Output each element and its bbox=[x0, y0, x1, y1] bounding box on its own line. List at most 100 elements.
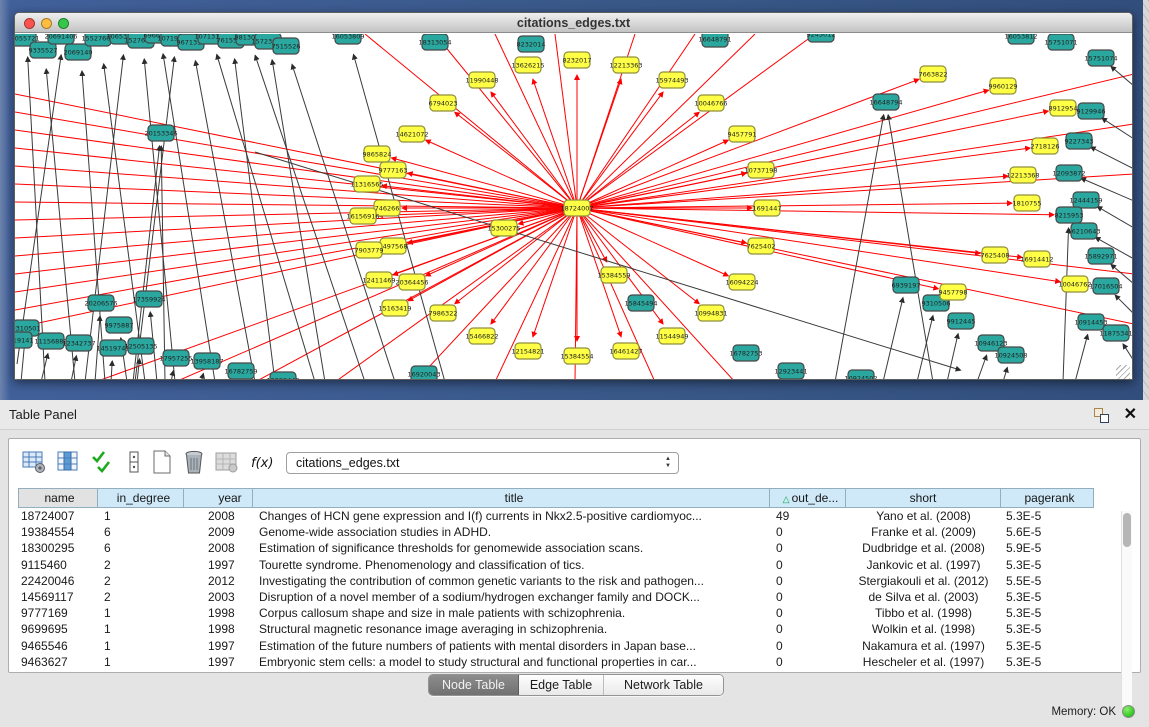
cell-short[interactable]: Dudbridge et al. (2008) bbox=[846, 540, 1001, 556]
graph-node[interactable]: 10924508 bbox=[994, 347, 1027, 363]
graph-node[interactable]: 12213368 bbox=[1006, 167, 1039, 183]
cell-out_de[interactable]: 0 bbox=[770, 654, 846, 670]
cell-title[interactable]: Estimation of significance thresholds fo… bbox=[253, 540, 770, 556]
graph-node[interactable]: 20206576 bbox=[84, 295, 117, 311]
network-graph[interactable]: 1405572193355272069140620691401552760210… bbox=[15, 34, 1132, 380]
cell-in_degree[interactable]: 1 bbox=[98, 621, 184, 637]
graph-node[interactable]: 2718126 bbox=[1031, 138, 1060, 154]
delete-table-icon[interactable] bbox=[213, 449, 239, 475]
table-row[interactable]: 1830029562008Estimation of significance … bbox=[18, 540, 1133, 556]
cell-out_de[interactable]: 0 bbox=[770, 621, 846, 637]
cell-title[interactable]: Investigating the contribution of common… bbox=[253, 573, 770, 589]
cell-out_de[interactable]: 0 bbox=[770, 557, 846, 573]
tab-node-table[interactable]: Node Table bbox=[429, 675, 519, 696]
show-columns-icon[interactable] bbox=[55, 449, 81, 475]
table-row[interactable]: 2242004622012Investigating the contribut… bbox=[18, 573, 1133, 589]
graph-node[interactable]: 10924502 bbox=[844, 370, 877, 380]
graph-node[interactable]: 15845494 bbox=[624, 295, 657, 311]
cell-in_degree[interactable]: 2 bbox=[98, 573, 184, 589]
cell-title[interactable]: Genome-wide association studies in ADHD. bbox=[253, 524, 770, 540]
cell-year[interactable]: 1997 bbox=[184, 638, 253, 654]
graph-node[interactable]: 15974493 bbox=[655, 72, 688, 88]
graph-node[interactable]: 9457798 bbox=[939, 284, 968, 300]
graph-node[interactable]: 15384559 bbox=[597, 267, 630, 283]
graph-node[interactable]: 12923441 bbox=[774, 363, 807, 379]
cell-year[interactable]: 1998 bbox=[184, 621, 253, 637]
cell-out_de[interactable]: 0 bbox=[770, 605, 846, 621]
graph-node[interactable]: 16914412 bbox=[1020, 251, 1053, 267]
graph-node[interactable]: 10046762 bbox=[1058, 276, 1091, 292]
cell-title[interactable]: Estimation of the future numbers of pati… bbox=[253, 638, 770, 654]
network-window[interactable]: citations_edges.txt 14055721933552720691… bbox=[14, 12, 1133, 380]
cell-short[interactable]: de Silva et al. (2003) bbox=[846, 589, 1001, 605]
column-header-in_degree[interactable]: in_degree bbox=[98, 488, 184, 508]
cell-short[interactable]: Franke et al. (2009) bbox=[846, 524, 1001, 540]
cell-out_de[interactable]: 0 bbox=[770, 524, 846, 540]
graph-node[interactable]: 16920043 bbox=[407, 366, 440, 380]
resize-grip-icon[interactable] bbox=[1116, 365, 1130, 379]
window-titlebar[interactable]: citations_edges.txt bbox=[15, 13, 1132, 33]
cell-name[interactable]: 18724007 bbox=[18, 508, 98, 524]
delete-column-icon[interactable] bbox=[181, 449, 207, 475]
cell-short[interactable]: Hescheler et al. (1997) bbox=[846, 654, 1001, 670]
table-row[interactable]: 969969511998Structural magnetic resonanc… bbox=[18, 621, 1133, 637]
cell-name[interactable]: 18300295 bbox=[18, 540, 98, 556]
graph-node[interactable]: 15751071 bbox=[1044, 34, 1077, 50]
graph-node[interactable]: 16648794 bbox=[869, 94, 902, 110]
graph-node[interactable]: 17957255 bbox=[159, 350, 192, 366]
graph-node[interactable]: 8215953 bbox=[1055, 207, 1084, 223]
table-row[interactable]: 977716911998Corpus callosum shape and si… bbox=[18, 605, 1133, 621]
table-scrollbar[interactable] bbox=[1121, 511, 1132, 707]
tab-network-table[interactable]: Network Table bbox=[604, 675, 723, 696]
graph-node[interactable]: 16053809 bbox=[331, 34, 364, 44]
graph-node[interactable]: 16053812 bbox=[1004, 34, 1037, 44]
cell-out_de[interactable]: 0 bbox=[770, 573, 846, 589]
cell-in_degree[interactable]: 6 bbox=[98, 524, 184, 540]
graph-node[interactable]: 15163419 bbox=[378, 300, 411, 316]
graph-node[interactable]: 15384554 bbox=[560, 348, 593, 364]
cell-pagerank[interactable]: 5.3E-5 bbox=[1001, 557, 1094, 573]
cell-name[interactable]: 22420046 bbox=[18, 573, 98, 589]
graph-node[interactable]: 15751074 bbox=[1084, 50, 1117, 66]
cell-out_de[interactable]: 0 bbox=[770, 540, 846, 556]
cell-title[interactable]: Corpus callosum shape and size in male p… bbox=[253, 605, 770, 621]
column-header-out_de[interactable]: △out_de... bbox=[770, 488, 846, 508]
table-panel-titlebar[interactable]: Table Panel ✕ bbox=[0, 400, 1149, 430]
graph-node[interactable]: 15300275 bbox=[487, 220, 520, 236]
cell-short[interactable]: Tibbo et al. (1998) bbox=[846, 605, 1001, 621]
graph-node[interactable]: 8912954 bbox=[1049, 100, 1078, 116]
graph-node[interactable]: 7903779 bbox=[355, 242, 384, 258]
cell-pagerank[interactable]: 5.5E-5 bbox=[1001, 573, 1094, 589]
graph-node[interactable]: 16094224 bbox=[725, 274, 758, 290]
cell-year[interactable]: 2008 bbox=[184, 540, 253, 556]
graph-node[interactable]: 16782759 bbox=[224, 363, 257, 379]
graph-node[interactable]: 9865824 bbox=[363, 146, 392, 162]
tab-edge-table[interactable]: Edge Table bbox=[519, 675, 604, 696]
cell-year[interactable]: 2008 bbox=[184, 508, 253, 524]
graph-node[interactable]: 6794023 bbox=[429, 95, 458, 111]
cell-in_degree[interactable]: 2 bbox=[98, 589, 184, 605]
graph-node[interactable]: 3919141 bbox=[15, 332, 33, 348]
cell-year[interactable]: 1998 bbox=[184, 605, 253, 621]
cell-pagerank[interactable]: 5.3E-5 bbox=[1001, 621, 1094, 637]
graph-node[interactable]: 11544949 bbox=[655, 328, 688, 344]
cell-pagerank[interactable]: 5.3E-5 bbox=[1001, 638, 1094, 654]
graph-node[interactable]: 20153346 bbox=[144, 125, 177, 141]
graph-node[interactable]: 13958187 bbox=[190, 353, 223, 369]
graph-node[interactable]: 12505135 bbox=[124, 338, 157, 354]
cell-short[interactable]: Wolkin et al. (1998) bbox=[846, 621, 1001, 637]
graph-node[interactable]: 12213363 bbox=[609, 57, 642, 73]
function-builder-icon[interactable]: f(x) bbox=[249, 449, 275, 475]
graph-node[interactable]: 9245012 bbox=[807, 34, 836, 42]
table-row[interactable]: 946554611997Estimation of the future num… bbox=[18, 638, 1133, 654]
cell-out_de[interactable]: 49 bbox=[770, 508, 846, 524]
select-all-icon[interactable] bbox=[89, 449, 115, 475]
cell-title[interactable]: Disruption of a novel member of a sodium… bbox=[253, 589, 770, 605]
column-header-name[interactable]: name bbox=[18, 488, 98, 508]
cell-in_degree[interactable]: 1 bbox=[98, 605, 184, 621]
graph-node[interactable]: 6939197 bbox=[892, 277, 921, 293]
graph-node[interactable]: 8232014 bbox=[517, 36, 546, 52]
graph-node[interactable]: 11316565 bbox=[350, 176, 383, 192]
cell-name[interactable]: 19384554 bbox=[18, 524, 98, 540]
graph-node[interactable]: 15466822 bbox=[465, 328, 498, 344]
